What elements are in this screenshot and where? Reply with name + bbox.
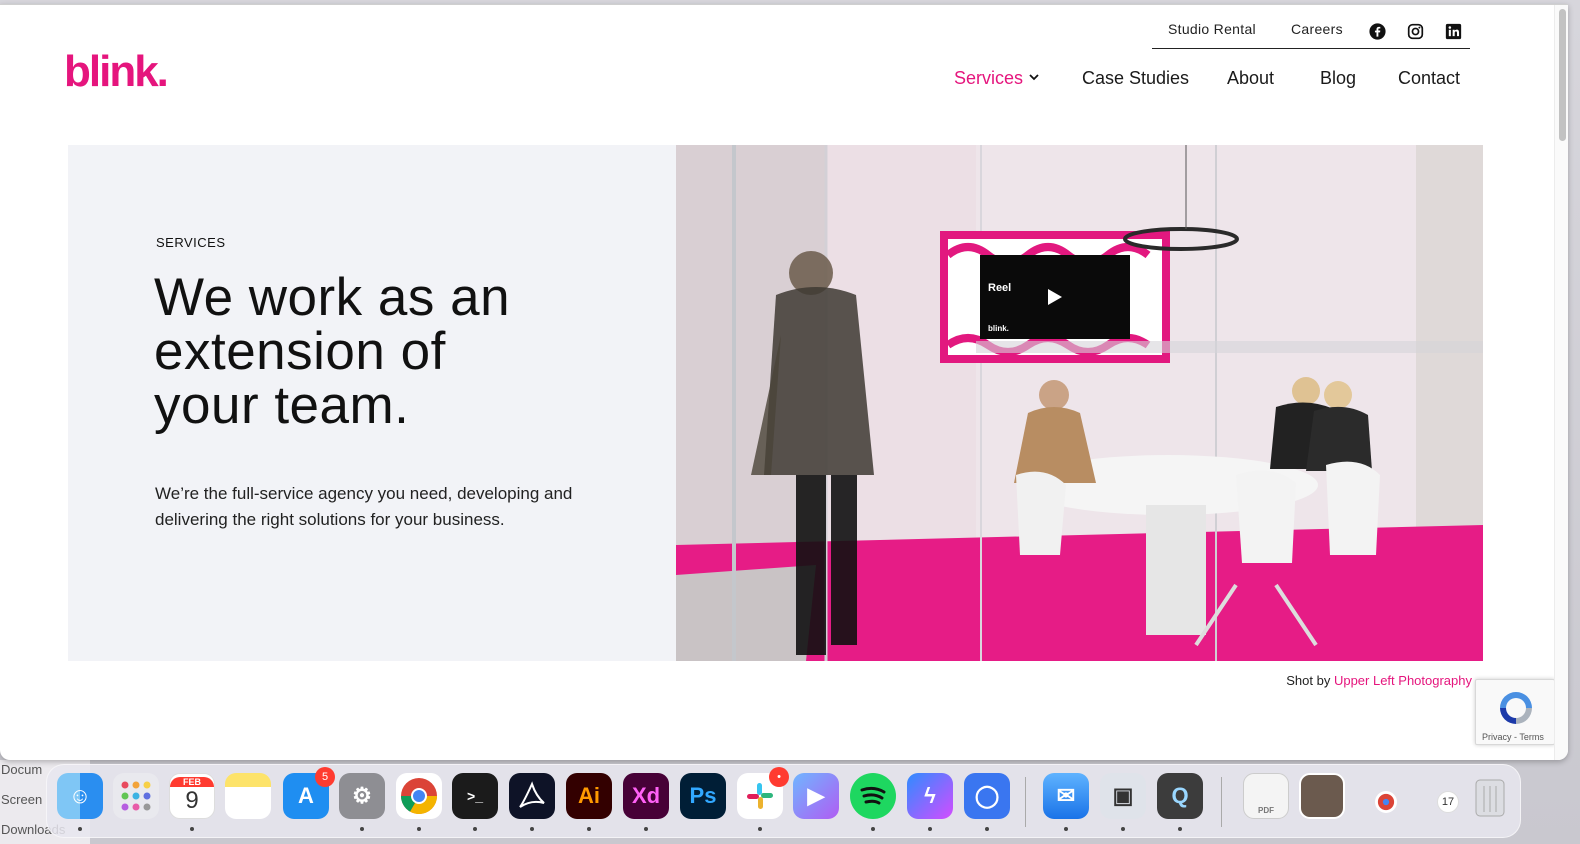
nav-case-studies[interactable]: Case Studies (1082, 68, 1189, 89)
chevron-down-icon[interactable] (1028, 71, 1040, 83)
slack-badge: • (769, 767, 789, 787)
photo-credit: Shot by Upper Left Photography (1230, 673, 1472, 688)
office-meeting-image: Reel blink. (676, 145, 1483, 661)
blink-logo[interactable]: blink. (64, 47, 169, 97)
linkedin-icon[interactable] (1445, 23, 1462, 40)
quicktime-icon[interactable]: Q (1157, 773, 1203, 819)
page-scrollbar[interactable] (1554, 5, 1568, 760)
notes-icon[interactable] (225, 773, 271, 819)
nav-services[interactable]: Services (954, 68, 1023, 89)
video-player-icon[interactable]: ▶ (793, 773, 839, 819)
scroll-thumb[interactable] (1559, 9, 1566, 141)
dock-separator (1221, 777, 1222, 827)
signal-icon[interactable]: ◯ (964, 773, 1010, 819)
hero-kicker: SERVICES (156, 235, 226, 250)
nav-blog[interactable]: Blog (1320, 68, 1356, 89)
browser-window: blink. Studio Rental Careers Services Ca… (0, 4, 1568, 760)
nav-contact[interactable]: Contact (1398, 68, 1460, 89)
recaptcha-links[interactable]: Privacy - Terms (1482, 732, 1544, 742)
studio-rental-link[interactable]: Studio Rental (1168, 21, 1256, 37)
terminal-icon[interactable]: >_ (452, 773, 498, 819)
finder-item-documents[interactable]: Docum (1, 762, 42, 777)
instagram-icon[interactable] (1407, 23, 1424, 40)
app-store-badge: 5 (315, 767, 335, 787)
facebook-icon[interactable] (1369, 23, 1386, 40)
credit-prefix: Shot by (1286, 673, 1331, 688)
tv-logo: blink. (988, 324, 1009, 333)
pdf-document-icon[interactable]: PDF (1243, 773, 1289, 819)
finder-icon[interactable]: ☺ (57, 773, 103, 819)
hero-headline: We work as an extension of your team. (154, 271, 614, 433)
illustrator-icon[interactable]: Ai (566, 773, 612, 819)
chrome-icon[interactable] (396, 773, 442, 819)
system-preferences-icon[interactable]: ⚙ (339, 773, 385, 819)
app-store-icon[interactable]: A 5 (283, 767, 335, 819)
recaptcha-icon (1500, 692, 1532, 724)
nav-about[interactable]: About (1227, 68, 1274, 89)
office-photo: Reel blink. (676, 145, 1483, 661)
calendar-month: FEB (170, 777, 214, 787)
photoshop-icon[interactable]: Ps (680, 773, 726, 819)
launchpad-icon[interactable] (113, 773, 159, 819)
preview-icon[interactable]: ▣ (1100, 773, 1146, 819)
screenshot-thumbnail-icon[interactable] (1299, 773, 1345, 819)
mail-icon[interactable]: ✉ (1043, 773, 1089, 819)
calendar-mini-icon[interactable]: 17 (1437, 791, 1459, 813)
xd-icon[interactable]: Xd (623, 773, 669, 819)
top-nav: Studio Rental Careers (1152, 15, 1470, 49)
photographer-link[interactable]: Upper Left Photography (1334, 673, 1472, 688)
careers-link[interactable]: Careers (1291, 21, 1343, 37)
spotify-icon[interactable] (850, 773, 896, 819)
calendar-day: 9 (185, 787, 199, 814)
hero-lede: We’re the full-service agency you need, … (155, 484, 573, 529)
trash-icon[interactable] (1467, 773, 1513, 819)
desktop: Docum Screen Downloads blink. Studio Ren… (0, 0, 1580, 844)
dock-separator (1025, 777, 1026, 827)
headline-line: We work as an (154, 268, 511, 327)
headline-line: your team. (154, 376, 410, 435)
messenger-icon[interactable]: ϟ (907, 773, 953, 819)
hero-panel: SERVICES We work as an extension of your… (68, 145, 676, 661)
tv-reel-label: Reel (988, 282, 1011, 294)
calendar-icon[interactable]: FEB 9 (169, 773, 215, 819)
slack-icon[interactable]: • (737, 767, 789, 819)
dock: ☺ FEB 9 A 5 ⚙ >_ Ai Xd Ps • ▶ ϟ ◯ ✉ ▣ Q … (46, 764, 1521, 838)
chrome-mini-icon[interactable] (1375, 791, 1397, 813)
recaptcha-badge[interactable]: Privacy - Terms (1475, 679, 1555, 745)
headline-line: extension of (154, 322, 446, 381)
acrobat-icon[interactable] (509, 773, 555, 819)
finder-item-screenshots[interactable]: Screen (1, 792, 42, 807)
